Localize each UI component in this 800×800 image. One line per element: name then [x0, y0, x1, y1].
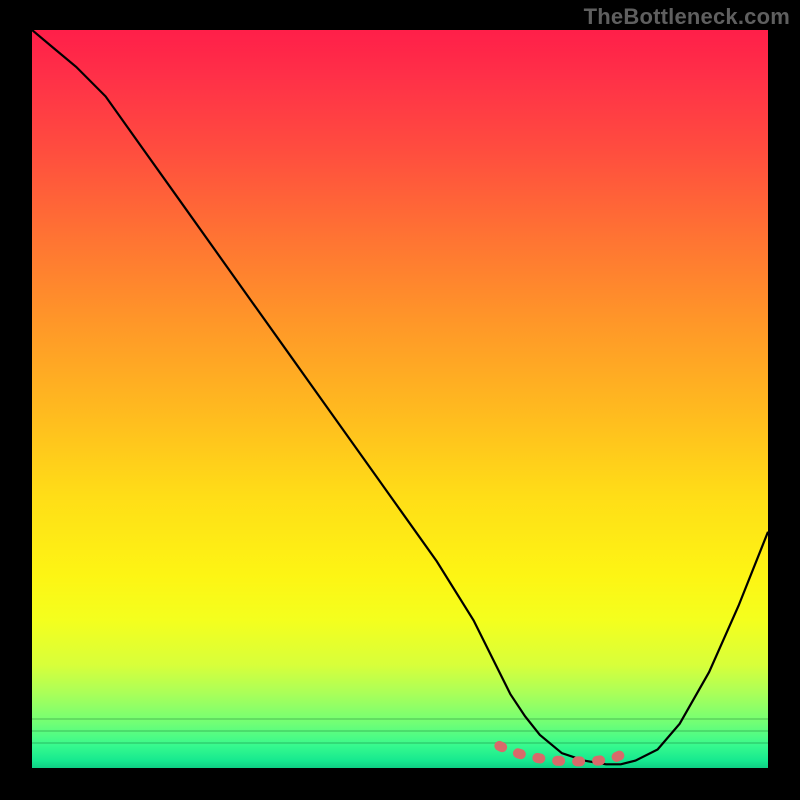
chart-svg — [32, 30, 768, 768]
watermark-text: TheBottleneck.com — [584, 4, 790, 30]
main-curve — [32, 30, 768, 764]
chart-frame: TheBottleneck.com — [0, 0, 800, 800]
plot-area — [32, 30, 768, 768]
